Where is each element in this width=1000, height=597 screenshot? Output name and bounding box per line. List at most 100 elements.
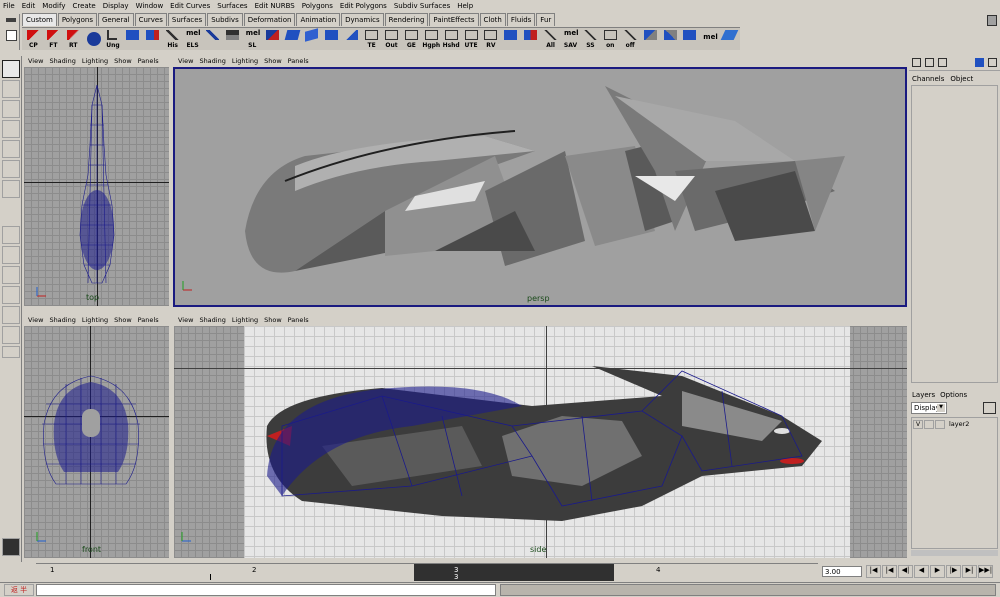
shelf-red-box-button[interactable] (521, 29, 540, 50)
panel-view-menu[interactable]: View (28, 316, 43, 324)
menu-polygons[interactable]: Polygons (302, 2, 333, 10)
panel-lighting-menu[interactable]: Lighting (82, 316, 108, 324)
paint-select-tool-icon[interactable] (2, 100, 20, 118)
shelf-sav-button[interactable]: mel SAV (561, 29, 580, 50)
shelf-tool-button-1[interactable] (641, 29, 660, 50)
status-icon-buttons[interactable]: 返 半 (4, 584, 34, 596)
panel-panels-menu[interactable]: Panels (288, 57, 309, 65)
panel-panels-menu[interactable]: Panels (138, 316, 159, 324)
layer-row[interactable]: V layer2 (913, 419, 997, 429)
tab-polygons[interactable]: Polygons (57, 13, 97, 26)
tool-settings-icon[interactable] (975, 58, 984, 67)
rotate-tool-icon[interactable] (2, 140, 20, 158)
two-view-layout-icon[interactable] (2, 266, 20, 284)
attribute-editor-icon[interactable] (938, 58, 947, 67)
viewport-top[interactable]: top (24, 67, 169, 306)
current-time-field[interactable]: 3.00 (822, 566, 862, 577)
shelf-sphere-button[interactable] (84, 29, 103, 50)
step-forward-frame-icon[interactable]: |▶ (946, 565, 961, 578)
tab-subdivs[interactable]: Subdivs (207, 13, 243, 26)
layer-template-toggle[interactable] (924, 419, 934, 429)
shelf-cube-red-button[interactable] (143, 29, 162, 50)
shelf-on-button[interactable]: on (601, 29, 620, 50)
shelf-measure-button[interactable] (342, 29, 361, 50)
range-slider-handle[interactable] (500, 584, 996, 596)
menu-modify[interactable]: Modify (42, 2, 65, 10)
tab-channels[interactable]: Channels (912, 75, 944, 83)
scale-tool-icon[interactable] (2, 160, 20, 178)
tab-painteffects[interactable]: PaintEffects (429, 13, 479, 26)
shelf-blue-box-button[interactable] (501, 29, 520, 50)
menu-window[interactable]: Window (136, 2, 164, 10)
shelf-brush-button[interactable] (223, 29, 242, 50)
shelf-menu-icon[interactable] (6, 18, 16, 22)
shelf-ft-button[interactable]: FT (44, 29, 63, 50)
layout-options-icon[interactable] (2, 346, 20, 358)
tab-deformation[interactable]: Deformation (243, 13, 296, 26)
tab-general[interactable]: General (97, 13, 134, 26)
play-backward-icon[interactable]: ◀ (914, 565, 929, 578)
shelf-cp-button[interactable]: CP (24, 29, 43, 50)
shelf-sl-button[interactable]: mel SL (243, 29, 262, 50)
menu-file[interactable]: File (3, 2, 15, 10)
time-slider-track[interactable]: 1 2 3 4 3 (36, 563, 818, 581)
tab-surfaces[interactable]: Surfaces (167, 13, 207, 26)
shelf-hshd-button[interactable]: Hshd (442, 29, 461, 50)
shelf-ung-button[interactable]: Ung (104, 29, 123, 50)
tab-fur[interactable]: Fur (536, 13, 556, 26)
panel-panels-menu[interactable]: Panels (288, 316, 309, 324)
menu-edit[interactable]: Edit (22, 2, 36, 10)
menu-surfaces[interactable]: Surfaces (217, 2, 247, 10)
tab-object[interactable]: Object (950, 75, 973, 83)
shelf-off-button[interactable]: off (621, 29, 640, 50)
shelf-select-button[interactable] (263, 29, 282, 50)
step-back-frame-icon[interactable]: ◀| (898, 565, 913, 578)
menu-edit-curves[interactable]: Edit Curves (170, 2, 210, 10)
shelf-ge-button[interactable]: GE (402, 29, 421, 50)
shelf-cube-button[interactable] (123, 29, 142, 50)
move-tool-icon[interactable] (2, 120, 20, 138)
channel-box-icon[interactable] (912, 58, 921, 67)
manipulator-tool-icon[interactable] (2, 180, 20, 198)
shelf-te-button[interactable]: TE (362, 29, 381, 50)
shelf-tool-button-3[interactable] (680, 29, 699, 50)
viewport-persp[interactable]: persp (173, 67, 907, 307)
tab-rendering[interactable]: Rendering (384, 13, 429, 26)
panel-lighting-menu[interactable]: Lighting (82, 57, 108, 65)
shelf-hgph-button[interactable]: Hgph (422, 29, 441, 50)
range-slider-track[interactable] (36, 584, 496, 596)
menu-options[interactable]: Options (940, 391, 967, 399)
panel-shading-menu[interactable]: Shading (49, 57, 75, 65)
tab-fluids[interactable]: Fluids (506, 13, 536, 26)
lasso-tool-icon[interactable] (2, 80, 20, 98)
panel-panels-menu[interactable]: Panels (138, 57, 159, 65)
panel-view-menu[interactable]: View (178, 316, 193, 324)
hypershade-layout-icon[interactable] (2, 326, 20, 344)
menu-subdiv-surfaces[interactable]: Subdiv Surfaces (394, 2, 450, 10)
shelf-ute-button[interactable]: UTE (462, 29, 481, 50)
tab-curves[interactable]: Curves (134, 13, 167, 26)
tab-animation[interactable]: Animation (296, 13, 341, 26)
play-forward-icon[interactable]: ▶ (930, 565, 945, 578)
shelf-all-button[interactable]: All (541, 29, 560, 50)
persp-graph-layout-icon[interactable] (2, 306, 20, 324)
tab-cloth[interactable]: Cloth (479, 13, 506, 26)
panel-lighting-menu[interactable]: Lighting (232, 316, 258, 324)
tab-dynamics[interactable]: Dynamics (341, 13, 384, 26)
menu-edit-nurbs[interactable]: Edit NURBS (255, 2, 295, 10)
shelf-tool-button-2[interactable] (661, 29, 680, 50)
viewport-side[interactable]: side (174, 326, 907, 558)
menu-edit-polygons[interactable]: Edit Polygons (340, 2, 387, 10)
four-view-layout-icon[interactable] (2, 246, 20, 264)
shelf-rt-button[interactable]: RT (64, 29, 83, 50)
shelf-pen-button[interactable] (203, 29, 222, 50)
shelf-rv-button[interactable]: RV (481, 29, 500, 50)
shelf-poly-button-3[interactable] (322, 29, 341, 50)
menu-layers[interactable]: Layers (912, 391, 935, 399)
shelf-els-button[interactable]: mel ELS (183, 29, 202, 50)
menu-help[interactable]: Help (457, 2, 473, 10)
shelf-poly-button-2[interactable] (302, 27, 321, 50)
tab-custom[interactable]: Custom (22, 13, 57, 26)
time-slider[interactable]: 1 2 3 4 3 (0, 562, 820, 582)
layer-scrollbar[interactable] (911, 550, 998, 556)
